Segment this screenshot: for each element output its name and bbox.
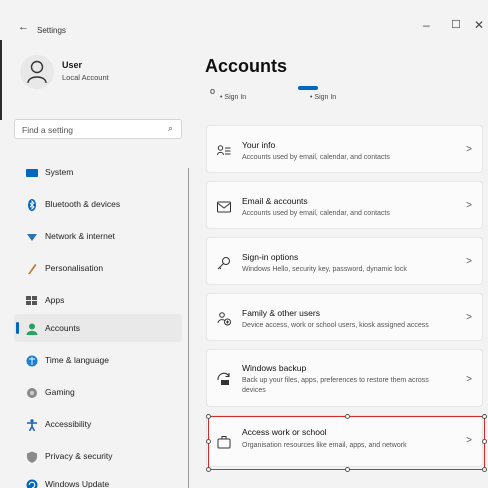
windows-update-icon [26,478,38,488]
card-description: Accounts used by email, calendar, and co… [242,210,390,217]
card-your-info[interactable]: Your info Accounts used by email, calend… [206,125,483,173]
sidebar-item-personalisation[interactable]: Personalisation [14,254,182,282]
accessibility-icon [26,418,38,432]
avatar[interactable] [20,55,54,89]
search-input[interactable] [15,121,155,139]
time-language-icon [26,354,38,367]
signin-status-row: o • Sign In • Sign In [210,86,480,106]
sidebar-item-network[interactable]: Network & internet [14,222,182,250]
sidebar-item-label: Time & language [45,355,109,365]
sidebar-item-label: System [45,167,74,177]
personalisation-icon [26,262,38,274]
bluetooth-icon [26,198,38,211]
privacy-icon [26,450,38,463]
sidebar-item-label: Accounts [45,323,80,333]
user-avatar-icon [27,60,47,84]
sidebar-item-gaming[interactable]: Gaming [14,378,182,406]
sidebar-item-apps[interactable]: Apps [14,286,182,314]
minimize-button[interactable]: – [423,18,430,32]
card-title: Access work or school [242,427,327,437]
signin-link-1[interactable]: • Sign In [220,94,246,101]
back-button[interactable]: ← [18,21,29,33]
sidebar-divider [188,168,189,488]
sidebar-item-accounts[interactable]: Accounts [14,314,182,342]
search-box[interactable]: ⌕ [14,119,182,139]
card-description: Windows Hello, security key, password, d… [242,266,407,273]
signin-link-2[interactable]: • Sign In [310,94,336,101]
card-signin-options[interactable]: Sign-in options Windows Hello, security … [206,237,483,285]
page-title: Accounts [205,56,288,76]
chevron-right-icon: > [466,374,472,385]
card-description: Device access, work or school users, kio… [242,322,429,329]
sidebar-item-label: Apps [45,295,65,305]
network-icon [26,230,38,242]
title-bar: ← Settings – ☐ ✕ [0,0,488,35]
sidebar-item-label: Network & internet [45,231,115,241]
card-title: Email & accounts [242,196,308,206]
window-edge [0,40,2,120]
card-description: Accounts used by email, calendar, and co… [242,154,390,161]
sidebar-item-label: Gaming [45,387,75,397]
card-description: Organisation resources like email, apps,… [242,442,407,449]
email-icon [217,200,231,214]
sidebar-item-label: Personalisation [45,263,104,273]
card-title: Windows backup [242,363,307,373]
card-family-users[interactable]: Family & other users Device access, work… [206,293,483,341]
maximize-button[interactable]: ☐ [451,18,461,31]
resize-handle[interactable] [206,467,211,472]
chevron-right-icon: > [466,312,472,323]
apps-icon [26,294,38,306]
card-description: Back up your files, apps, preferences to… [242,377,429,394]
chevron-right-icon: > [466,144,472,155]
sidebar-item-label: Privacy & security [45,451,113,461]
sidebar-item-bluetooth[interactable]: Bluetooth & devices [14,190,182,218]
window-title: Settings [37,26,66,35]
sidebar-item-privacy[interactable]: Privacy & security [14,442,182,470]
chevron-right-icon: > [466,200,472,211]
card-email-accounts[interactable]: Email & accounts Accounts used by email,… [206,181,483,229]
your-info-icon [217,144,231,158]
card-title: Sign-in options [242,252,299,262]
sidebar-item-windows-update[interactable]: Windows Update [14,470,182,488]
card-windows-backup[interactable]: Windows backup Back up your files, apps,… [206,349,483,407]
family-icon [217,312,231,326]
card-title: Family & other users [242,308,320,318]
account-type: Local Account [62,73,109,82]
signin-indicator [298,86,318,90]
card-access-work-school[interactable]: Access work or school Organisation resou… [206,415,483,467]
gaming-icon [26,386,38,398]
selection-indicator [16,322,19,334]
search-icon[interactable]: ⌕ [168,123,173,134]
accounts-icon [26,322,38,335]
card-title: Your info [242,140,276,150]
sidebar-item-label: Bluetooth & devices [45,199,121,209]
sidebar-item-time-language[interactable]: Time & language [14,346,182,374]
resize-handle[interactable] [482,467,487,472]
chevron-right-icon: > [466,435,472,446]
sidebar-item-label: Accessibility [45,419,92,429]
key-icon [217,256,231,270]
sidebar-item-label: Windows Update [45,479,110,488]
status-circle-icon: o [210,86,216,96]
sidebar-item-accessibility[interactable]: Accessibility [14,410,182,438]
chevron-right-icon: > [466,256,472,267]
system-icon [26,166,38,178]
close-button[interactable]: ✕ [474,18,484,32]
briefcase-icon [217,435,231,449]
sidebar-item-system[interactable]: System [14,158,182,186]
backup-icon [217,372,231,386]
user-name: User [62,60,83,70]
resize-handle[interactable] [345,467,350,472]
